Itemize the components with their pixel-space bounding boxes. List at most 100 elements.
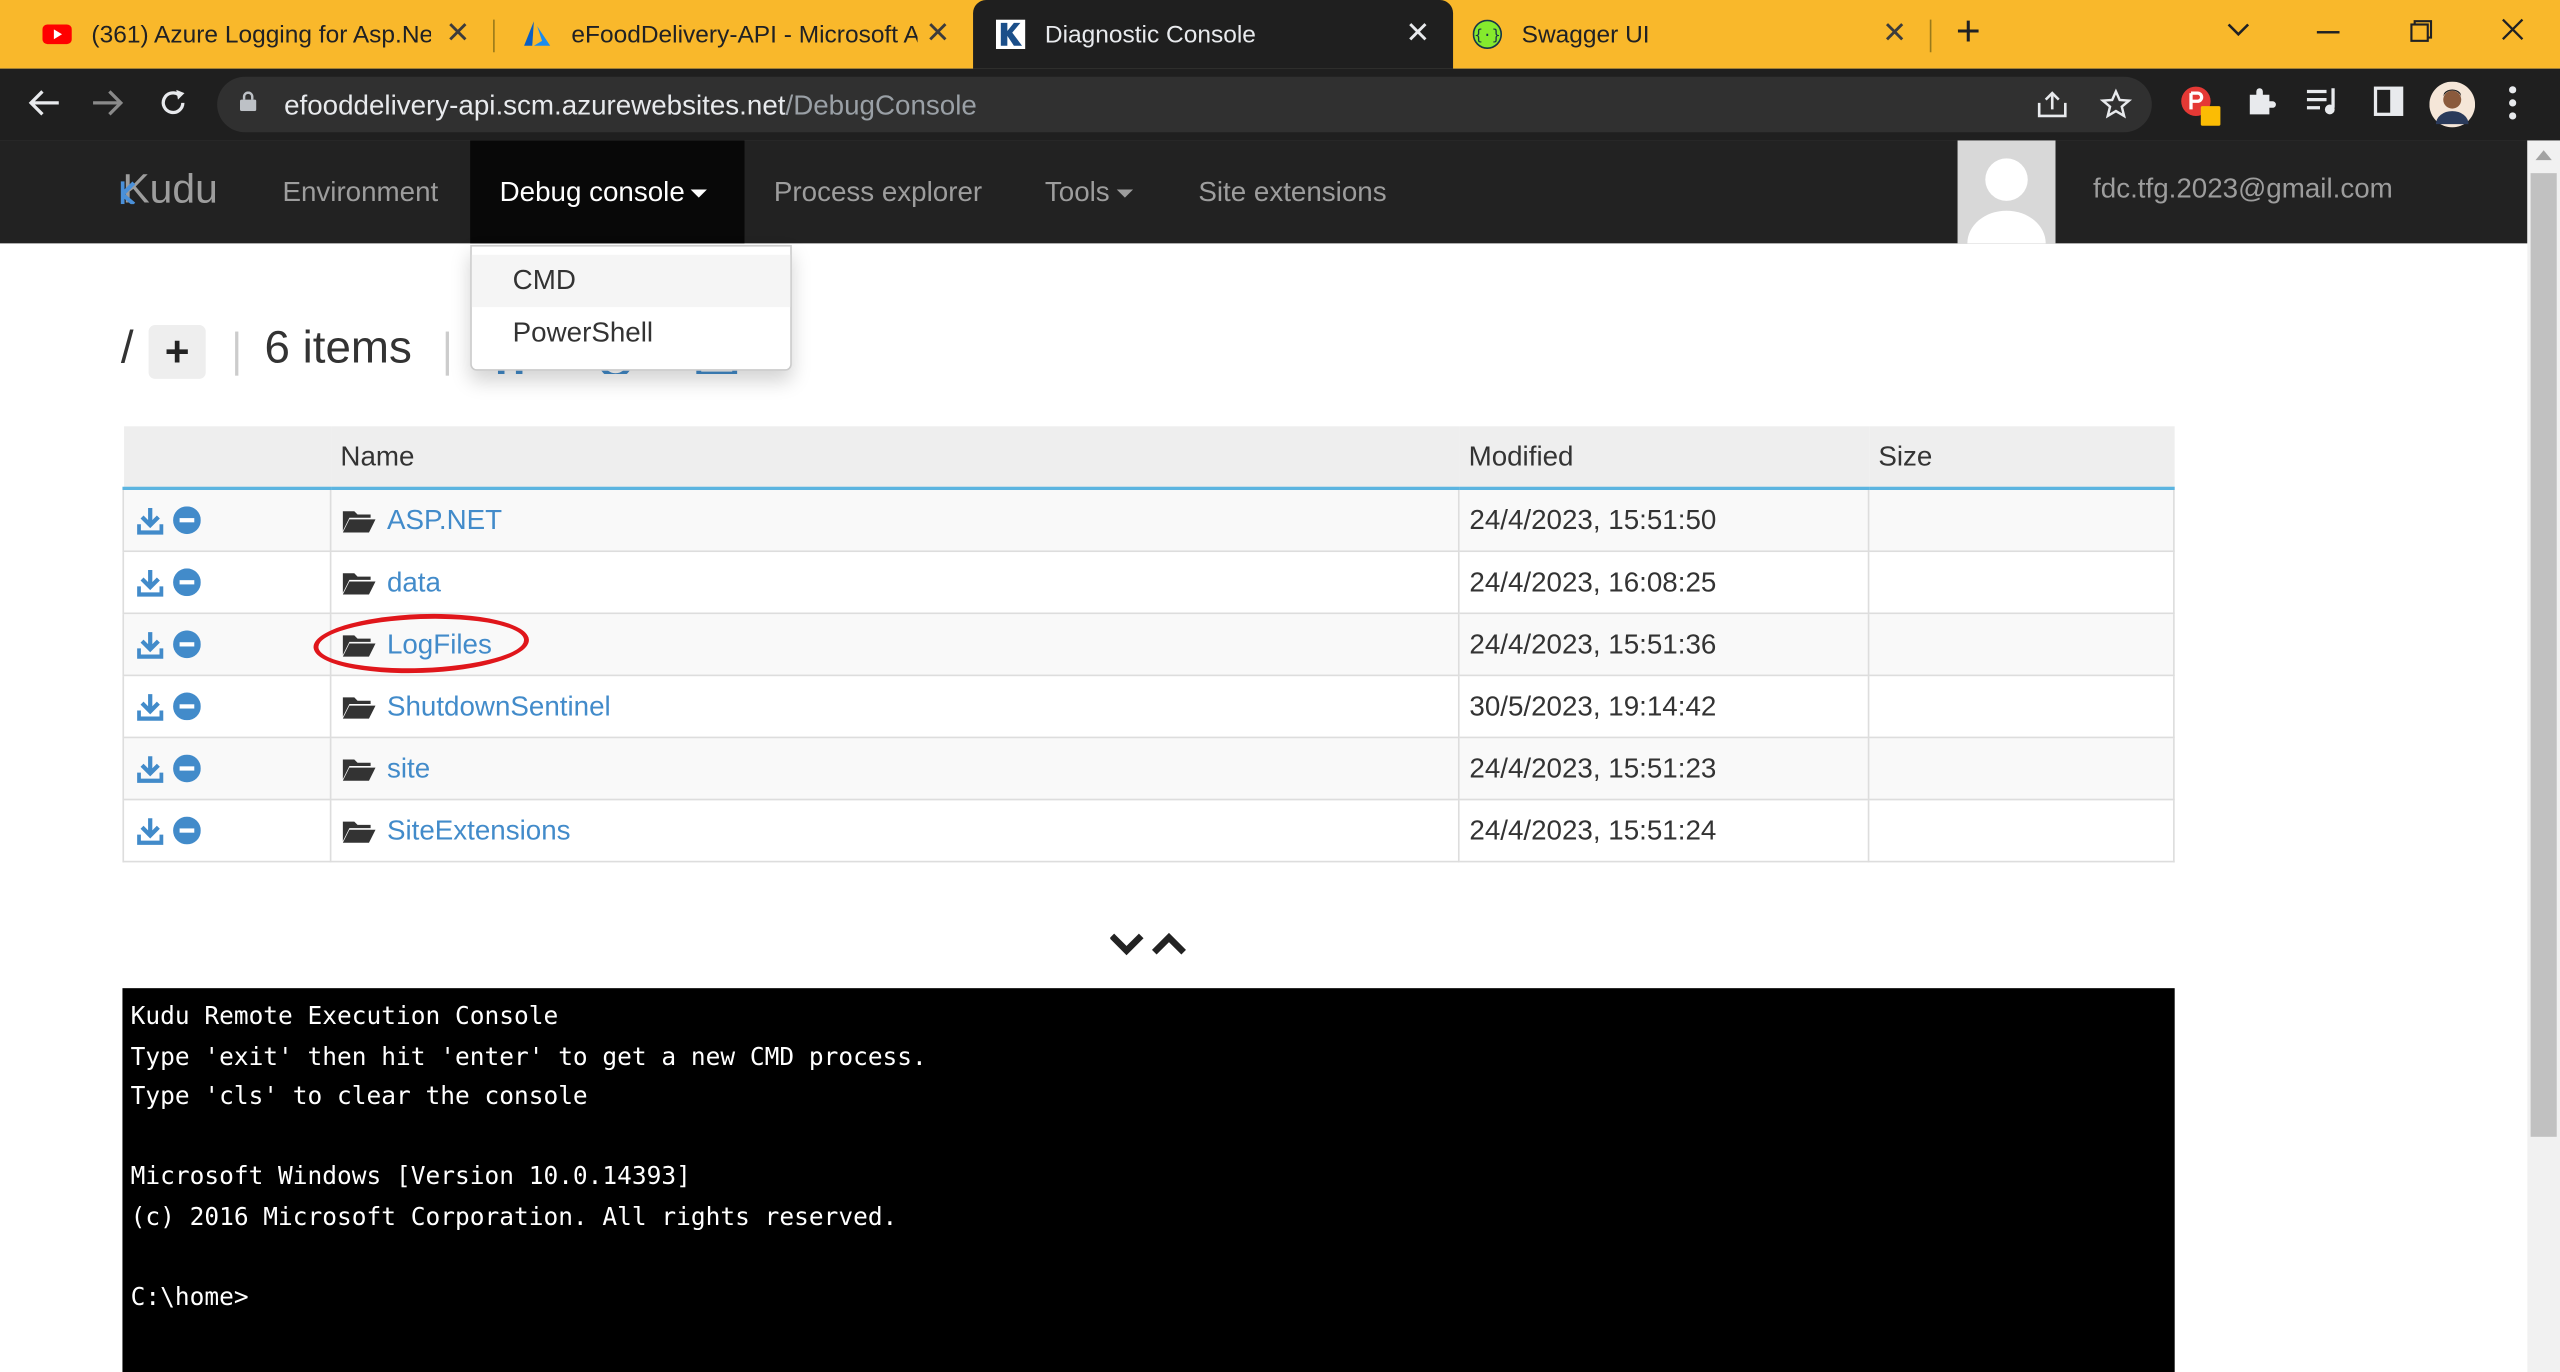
browser-tab-swagger[interactable]: {·} Swagger UI ✕ [1453, 0, 1930, 69]
back-arrow-icon[interactable] [28, 88, 61, 117]
profile-avatar-icon[interactable] [2429, 81, 2476, 128]
item-count: 6 items [264, 321, 412, 373]
bookmark-star-icon[interactable] [2099, 88, 2133, 121]
kudu-logo-icon [120, 181, 136, 205]
folder-link[interactable]: ASP.NET [387, 504, 502, 537]
swagger-icon: {·} [1472, 19, 1503, 49]
minimize-icon[interactable] [2316, 31, 2340, 34]
nav-environment[interactable]: Environment [282, 140, 438, 243]
remove-circle-icon[interactable] [173, 692, 201, 721]
download-icon[interactable] [137, 816, 164, 845]
side-panel-icon[interactable] [2372, 85, 2405, 118]
console-line: Microsoft Windows [Version 10.0.14393] [130, 1161, 691, 1191]
folder-open-icon [342, 510, 376, 532]
tab-divider [1929, 19, 1932, 53]
folder-link[interactable]: SiteExtensions [387, 814, 571, 847]
download-icon[interactable] [137, 506, 164, 535]
tab-title: Swagger UI [1521, 20, 1650, 49]
tab-title: eFoodDelivery-API - Microsoft Az [571, 20, 918, 49]
nav-tools[interactable]: Tools [1045, 140, 1133, 243]
remove-circle-icon[interactable] [173, 754, 201, 783]
column-header-modified[interactable]: Modified [1458, 426, 1869, 490]
size-cell [1867, 736, 2175, 801]
nav-site-extensions[interactable]: Site extensions [1198, 140, 1386, 243]
url-path: /DebugConsole [785, 89, 977, 121]
share-icon[interactable] [2036, 90, 2069, 119]
download-icon[interactable] [137, 630, 164, 659]
media-queue-icon[interactable] [2305, 85, 2341, 118]
page-root: (361) Azure Logging for Asp.Net ✕ eFoodD… [0, 0, 2560, 1372]
table-row[interactable]: data 24/4/2023, 16:08:25 [122, 550, 2175, 615]
tab-close-icon[interactable]: ✕ [1406, 16, 1431, 50]
modified-cell: 24/4/2023, 15:51:23 [1457, 736, 1870, 801]
browser-menu-icon[interactable] [2508, 85, 2518, 121]
table-row[interactable]: SiteExtensions 24/4/2023, 15:51:24 [122, 798, 2175, 863]
breadcrumb-root[interactable]: / [121, 322, 134, 374]
folder-link[interactable]: data [387, 566, 441, 599]
column-header-name[interactable]: Name [330, 426, 1459, 490]
console-line: (c) 2016 Microsoft Corporation. All righ… [130, 1201, 898, 1231]
table-row[interactable]: ShutdownSentinel 30/5/2023, 19:14:42 [122, 674, 2175, 739]
row-actions-cell [122, 612, 332, 677]
default-user-icon [1967, 158, 2046, 244]
tab-close-icon[interactable]: ✕ [446, 16, 471, 50]
nav-process-explorer[interactable]: Process explorer [774, 140, 982, 243]
divider [235, 331, 239, 376]
extensions-puzzle-icon[interactable] [2245, 85, 2278, 118]
size-cell [1867, 612, 2175, 677]
remove-circle-icon[interactable] [173, 506, 201, 535]
remove-circle-icon[interactable] [173, 568, 201, 597]
close-window-icon[interactable] [2501, 18, 2524, 41]
address-bar[interactable]: efooddelivery-api.scm.azurewebsites.net/… [217, 76, 2152, 133]
remove-circle-icon[interactable] [173, 816, 201, 845]
row-actions-cell [122, 487, 332, 553]
scroll-thumb[interactable] [2530, 173, 2557, 1137]
new-tab-button[interactable]: + [1956, 7, 1981, 58]
scroll-up-arrow-icon[interactable] [2535, 150, 2552, 161]
dropdown-caret-icon [691, 189, 708, 198]
browser-tab-youtube[interactable]: (361) Azure Logging for Asp.Net ✕ [0, 0, 493, 69]
tab-title: Diagnostic Console [1044, 20, 1256, 49]
name-cell: ShutdownSentinel [329, 674, 1460, 739]
console-line: C:\home> [130, 1281, 249, 1311]
browser-tab-diagnostic-console[interactable]: Diagnostic Console ✕ [973, 0, 1454, 69]
console-line: Type 'cls' to clear the console [130, 1081, 588, 1111]
browser-tab-azure[interactable]: eFoodDelivery-API - Microsoft Az ✕ [480, 0, 973, 69]
menu-item-powershell[interactable]: PowerShell [472, 307, 790, 359]
cmd-console[interactable]: Kudu Remote Execution Console Type 'exit'… [122, 988, 2175, 1372]
forward-arrow-icon[interactable] [91, 88, 124, 117]
download-icon[interactable] [137, 754, 164, 783]
reload-icon[interactable] [157, 87, 190, 120]
user-avatar[interactable] [1957, 140, 2056, 244]
pane-resize-handle[interactable] [1110, 931, 1188, 957]
size-cell [1867, 550, 2175, 615]
nav-tools-label: Tools [1044, 176, 1110, 208]
size-cell [1867, 798, 2175, 863]
menu-item-cmd[interactable]: CMD [471, 254, 791, 308]
tab-close-icon[interactable]: ✕ [926, 16, 951, 50]
extension-recorder-icon[interactable] [2178, 85, 2227, 127]
table-row[interactable]: ASP.NET 24/4/2023, 15:51:50 [122, 487, 2175, 553]
download-icon[interactable] [137, 692, 164, 721]
folder-link[interactable]: site [387, 752, 430, 785]
folder-open-icon [342, 572, 376, 594]
folder-link[interactable]: ShutdownSentinel [387, 690, 611, 723]
table-row[interactable]: site 24/4/2023, 15:51:23 [122, 736, 2175, 801]
modified-cell: 24/4/2023, 16:08:25 [1457, 550, 1870, 615]
download-icon[interactable] [137, 568, 164, 597]
nav-debug-console[interactable]: Debug console [470, 140, 745, 244]
kudu-brand[interactable]: Kudu [120, 166, 218, 214]
name-cell: ASP.NET [329, 487, 1460, 553]
restore-icon[interactable] [2410, 20, 2433, 43]
modified-cell: 24/4/2023, 15:51:50 [1457, 487, 1870, 553]
page-scrollbar[interactable] [2527, 140, 2560, 1372]
column-header-size[interactable]: Size [1868, 426, 2174, 490]
name-cell: SiteExtensions [329, 798, 1460, 863]
add-item-button[interactable]: + [148, 325, 206, 379]
kudu-brand-label: Kudu [122, 166, 218, 213]
remove-circle-icon[interactable] [173, 630, 201, 659]
tab-close-icon[interactable]: ✕ [1882, 16, 1907, 50]
console-output: Kudu Remote Execution Console Type 'exit'… [131, 996, 927, 1316]
tab-search-chevron-icon[interactable] [2227, 21, 2250, 37]
